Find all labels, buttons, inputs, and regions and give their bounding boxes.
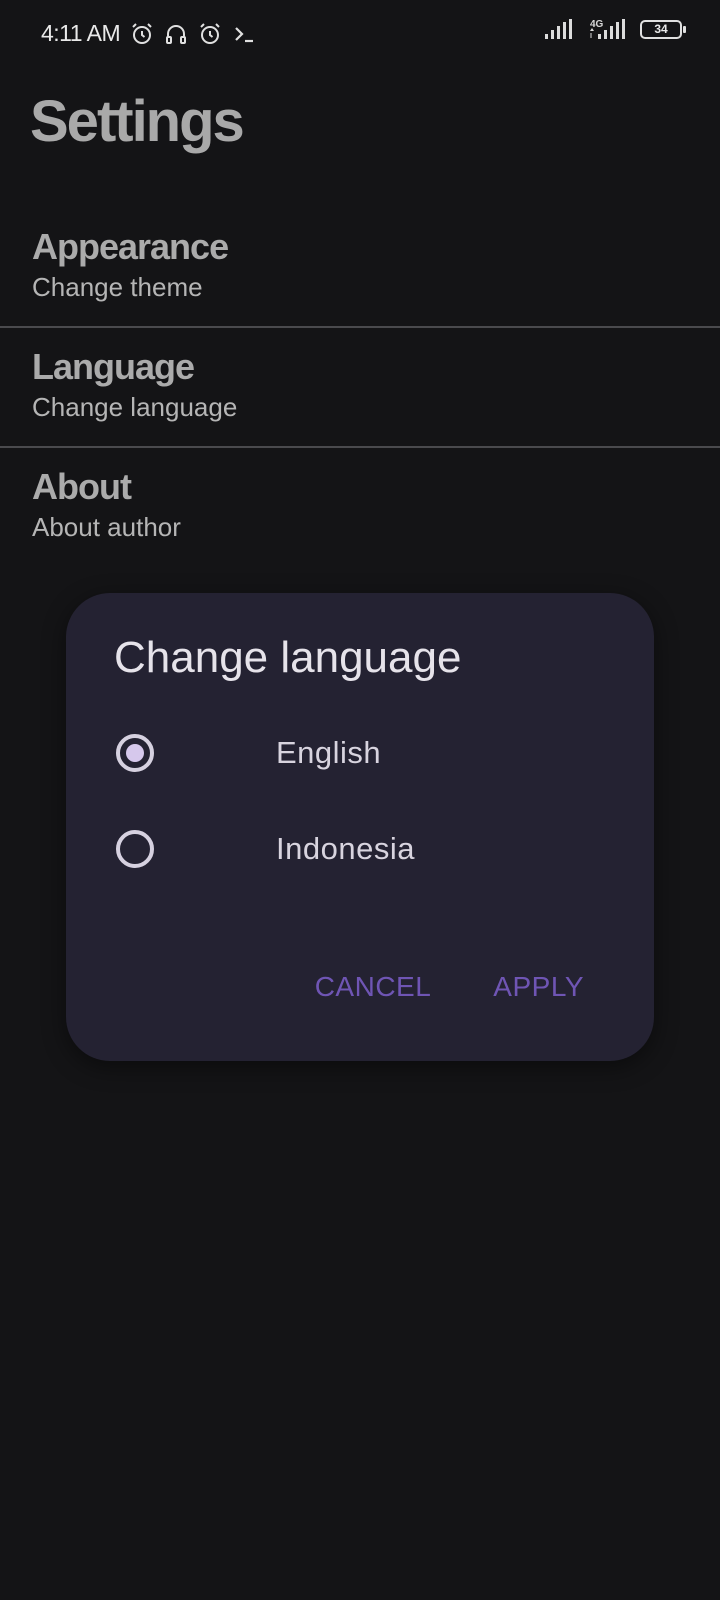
language-option-label: English — [276, 735, 382, 770]
language-option-english[interactable]: English — [116, 723, 616, 783]
radio-button[interactable] — [116, 830, 154, 868]
dialog-title: Change language — [114, 633, 462, 682]
dialog-actions: CANCEL APPLY — [315, 971, 584, 1003]
language-option-indonesia[interactable]: Indonesia — [116, 819, 616, 879]
radio-button-selected[interactable] — [116, 734, 154, 772]
settings-screen: 4:11 AM 4G 34 Settings Appearance Change… — [0, 0, 720, 1600]
language-option-label: Indonesia — [276, 831, 415, 866]
cancel-button[interactable]: CANCEL — [315, 971, 432, 1003]
apply-button[interactable]: APPLY — [493, 971, 584, 1003]
change-language-dialog: Change language English Indonesia CANCEL… — [66, 593, 654, 1061]
